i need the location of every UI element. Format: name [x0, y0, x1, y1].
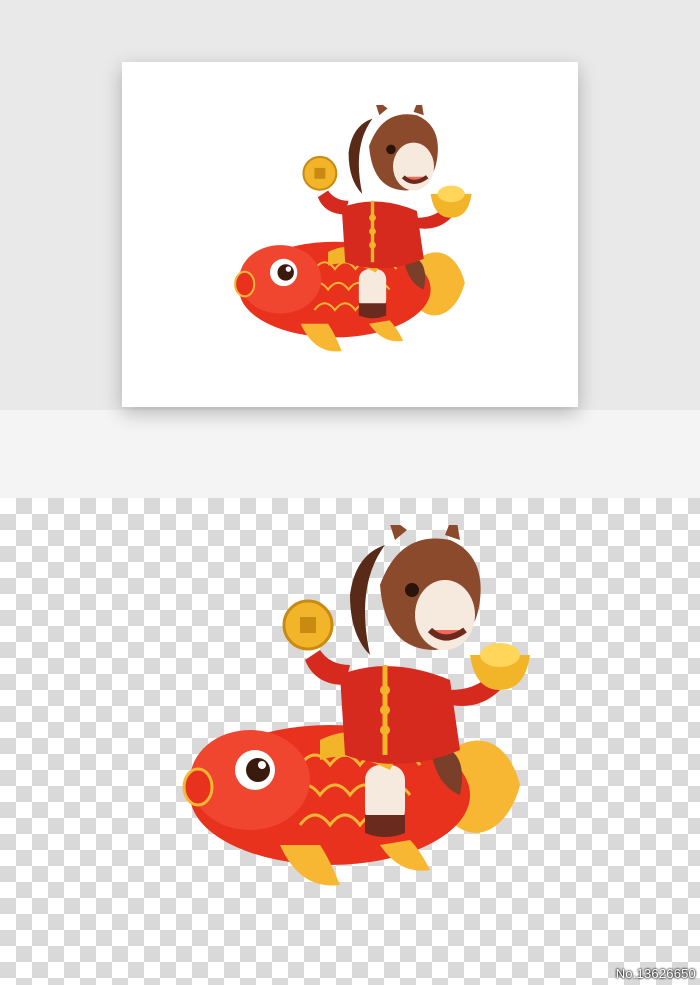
horse-riding-fish-icon [234, 105, 472, 352]
image-id-label: No.13626650 [615, 966, 696, 981]
horse-riding-fish-icon [182, 525, 530, 886]
preview-divider-band [0, 410, 700, 498]
horse-fish-illustration-preview [234, 105, 472, 352]
horse-fish-illustration-transparent [182, 525, 530, 886]
